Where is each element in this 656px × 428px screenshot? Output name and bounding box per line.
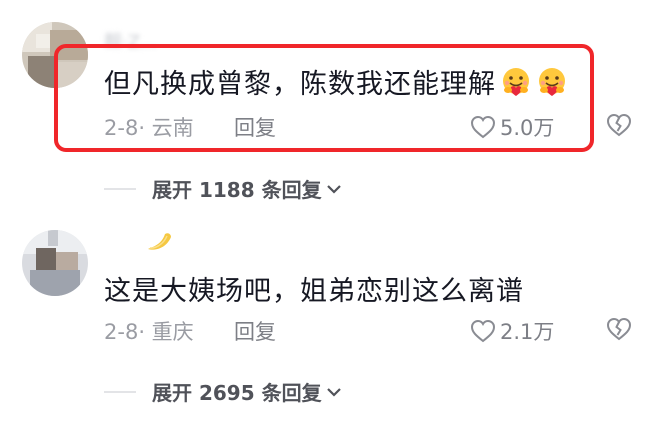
chevron-down-icon: [326, 387, 341, 397]
gold-badge-icon: [144, 229, 174, 255]
reply-button[interactable]: 回复: [234, 316, 276, 346]
comment-meta: 2-8· 重庆: [104, 316, 194, 346]
comment-text-content: 这是大姨场吧，姐弟恋别这么离谱: [104, 276, 524, 307]
highlight-box: [54, 44, 594, 152]
broken-heart-icon: [606, 113, 632, 137]
avatar[interactable]: [22, 230, 88, 296]
heart-icon: [470, 319, 496, 343]
dislike-button[interactable]: [606, 317, 632, 341]
dislike-button[interactable]: [606, 113, 632, 137]
broken-heart-icon: [606, 317, 632, 341]
like-count: 2.1万: [500, 320, 555, 344]
comment-location: · 重庆: [138, 320, 194, 344]
expand-replies-button[interactable]: 展开 1188 条回复: [104, 174, 342, 203]
expand-replies-label: 展开 2695 条回复: [152, 381, 322, 405]
comment-text: 这是大姨场吧，姐弟恋别这么离谱: [104, 269, 524, 308]
chevron-down-icon: [326, 184, 341, 194]
comment-date: 2-8: [104, 320, 139, 344]
like-button[interactable]: 2.1万: [470, 316, 554, 346]
divider-line: [104, 187, 136, 190]
comment-list: 靓·Z... 但凡换成曾黎，陈数我还能理解 2-8· 云南 回复 5.0万 展开…: [0, 0, 656, 428]
expand-replies-button[interactable]: 展开 2695 条回复: [104, 377, 342, 406]
divider-line: [104, 390, 136, 393]
expand-replies-label: 展开 1188 条回复: [152, 178, 322, 202]
